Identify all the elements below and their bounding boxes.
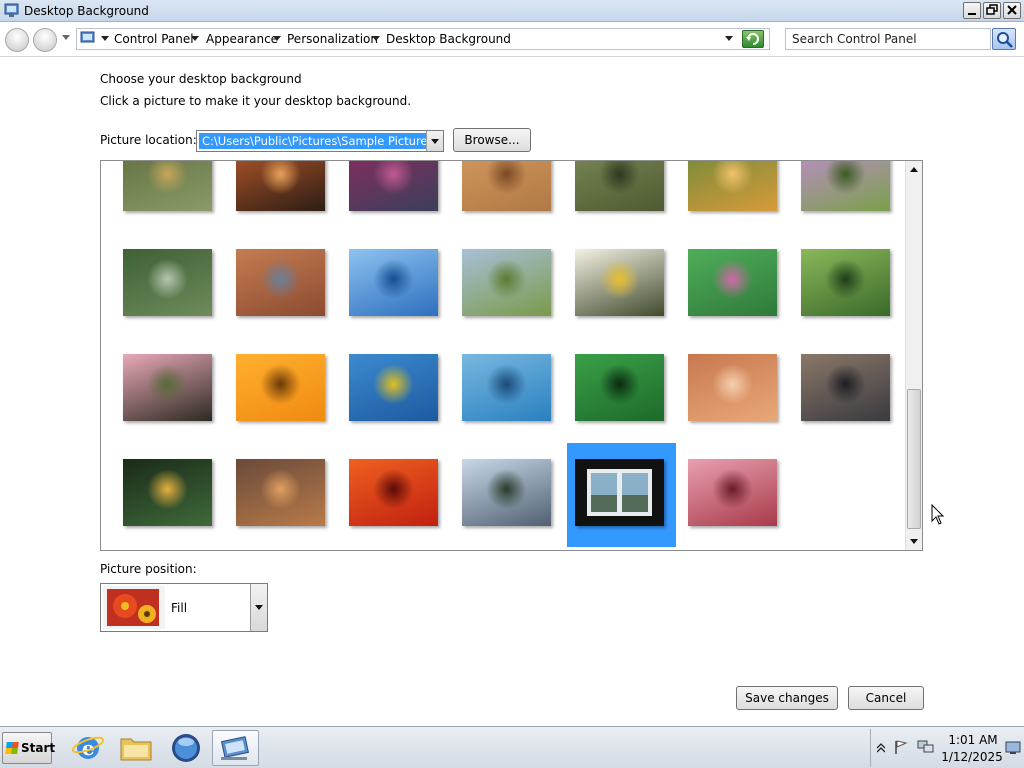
position-preview-image xyxy=(103,586,165,629)
breadcrumb-control-panel[interactable]: Control Panel xyxy=(114,32,194,46)
picture-thumbnail-red-tulips[interactable] xyxy=(349,459,438,526)
recent-pages-icon[interactable] xyxy=(62,35,70,41)
picture-thumbnail-orange-daisies[interactable] xyxy=(236,354,325,421)
picture-position-label: Picture position: xyxy=(100,562,197,576)
title-bar: Desktop Background xyxy=(0,0,1024,22)
taskbar: Start e xyxy=(0,726,1024,768)
picture-thumbnail-butterfly[interactable] xyxy=(801,161,890,211)
control-panel-taskbar-button[interactable] xyxy=(212,730,259,766)
clock-time[interactable]: 1:01 AM xyxy=(946,733,1000,747)
windows-logo-icon xyxy=(5,742,19,754)
picture-thumbnail-sea-turtle[interactable] xyxy=(349,354,438,421)
picture-location-select[interactable]: C:\Users\Public\Pictures\Sample Pictures xyxy=(196,130,444,152)
back-button[interactable] xyxy=(5,28,29,52)
picture-thumbnail-pink-flowers-leaves[interactable] xyxy=(688,249,777,316)
picture-thumbnail-waterfall[interactable] xyxy=(462,459,551,526)
picture-thumbnail-pink-plumeria[interactable] xyxy=(123,354,212,421)
picture-position-select[interactable]: Fill xyxy=(100,583,268,632)
refresh-button[interactable] xyxy=(742,30,764,48)
scroll-down-icon[interactable] xyxy=(906,533,922,550)
control-panel-icon xyxy=(221,736,249,760)
internet-explorer-icon[interactable]: e xyxy=(70,731,106,765)
chevron-down-icon[interactable] xyxy=(250,584,267,631)
picture-thumbnail-monument-valley[interactable] xyxy=(236,249,325,316)
start-label: Start xyxy=(21,741,56,755)
vertical-scrollbar[interactable] xyxy=(905,161,922,550)
picture-thumbnail-window-view[interactable] xyxy=(575,459,664,526)
refresh-icon xyxy=(746,33,759,45)
restore-button[interactable] xyxy=(983,2,1001,19)
search-button[interactable] xyxy=(992,28,1016,50)
minimize-icon xyxy=(968,13,976,15)
minimize-button[interactable] xyxy=(963,2,981,19)
control-panel-icon xyxy=(4,3,19,17)
close-button[interactable] xyxy=(1003,2,1021,19)
picture-thumbnail-green-hills[interactable] xyxy=(123,161,212,211)
breadcrumb: Control Panel Appearance Personalization… xyxy=(76,28,770,50)
restore-icon xyxy=(986,4,998,15)
show-hidden-icons-icon[interactable] xyxy=(877,743,885,753)
scroll-up-icon[interactable] xyxy=(906,161,922,178)
folder-icon[interactable] xyxy=(118,731,154,765)
picture-thumbnail-flower-field-mountains[interactable] xyxy=(349,161,438,211)
browse-button[interactable]: Browse... xyxy=(453,128,531,152)
picture-thumbnail-green-tulip-leaves[interactable] xyxy=(575,354,664,421)
save-changes-button[interactable]: Save changes xyxy=(736,686,838,710)
network-icon[interactable] xyxy=(917,739,935,755)
forward-button[interactable] xyxy=(33,28,57,52)
page-instructions: Click a picture to make it your desktop … xyxy=(100,94,412,108)
picture-thumbnail-rocks[interactable] xyxy=(801,354,890,421)
picture-thumbnail-bare-trees-sunset[interactable] xyxy=(236,459,325,526)
picture-thumbnail-frosted-leaves[interactable] xyxy=(688,459,777,526)
picture-position-value: Fill xyxy=(171,601,188,615)
window-title: Desktop Background xyxy=(24,4,149,18)
breadcrumb-personalization[interactable]: Personalization xyxy=(287,32,378,46)
picture-location-value: C:\Users\Public\Pictures\Sample Pictures xyxy=(199,133,437,149)
chevron-down-icon[interactable] xyxy=(273,36,281,41)
start-button[interactable]: Start xyxy=(2,732,56,764)
breadcrumb-desktop-background[interactable]: Desktop Background xyxy=(386,32,511,46)
picture-thumbnail-autumn-trees[interactable] xyxy=(688,161,777,211)
picture-thumbnail-forest-stream[interactable] xyxy=(575,161,664,211)
search-input[interactable]: Search Control Panel xyxy=(785,28,991,50)
close-icon xyxy=(1007,5,1017,15)
picture-thumbnail-forest-path[interactable] xyxy=(801,249,890,316)
picture-thumbnail-toucan[interactable] xyxy=(123,459,212,526)
chevron-down-icon[interactable] xyxy=(426,131,443,151)
scrollbar-thumb[interactable] xyxy=(907,389,921,529)
clock-date[interactable]: 1/12/2025 xyxy=(940,750,1004,764)
mouse-cursor-icon xyxy=(931,504,945,525)
picture-thumbnail-sandstone-canyon[interactable] xyxy=(462,161,551,211)
cancel-button[interactable]: Cancel xyxy=(848,686,924,710)
page-heading: Choose your desktop background xyxy=(100,72,302,86)
breadcrumb-appearance[interactable]: Appearance xyxy=(206,32,278,46)
address-history-icon[interactable] xyxy=(725,36,733,41)
picture-thumbnail-canyon-sunset[interactable] xyxy=(236,161,325,211)
show-desktop-icon[interactable] xyxy=(1005,741,1021,755)
media-player-icon[interactable] xyxy=(168,731,204,765)
chevron-down-icon[interactable] xyxy=(191,36,199,41)
picture-location-label: Picture location: xyxy=(100,133,197,147)
search-icon xyxy=(997,32,1013,48)
address-toolbar: Control Panel Appearance Personalization… xyxy=(0,23,1024,57)
chevron-down-icon[interactable] xyxy=(101,36,109,41)
picture-grid xyxy=(100,160,923,551)
picture-thumbnail-whale-tail[interactable] xyxy=(462,354,551,421)
picture-thumbnail-grass-path[interactable] xyxy=(462,249,551,316)
picture-thumbnail-blue-dock[interactable] xyxy=(349,249,438,316)
chevron-down-icon[interactable] xyxy=(372,36,380,41)
picture-thumbnail-desert-oryx[interactable] xyxy=(688,354,777,421)
search-placeholder: Search Control Panel xyxy=(792,32,917,46)
flag-icon[interactable] xyxy=(893,739,909,755)
picture-thumbnail-river-valley[interactable] xyxy=(123,249,212,316)
control-panel-icon xyxy=(80,31,95,43)
picture-thumbnail-white-flower[interactable] xyxy=(575,249,664,316)
